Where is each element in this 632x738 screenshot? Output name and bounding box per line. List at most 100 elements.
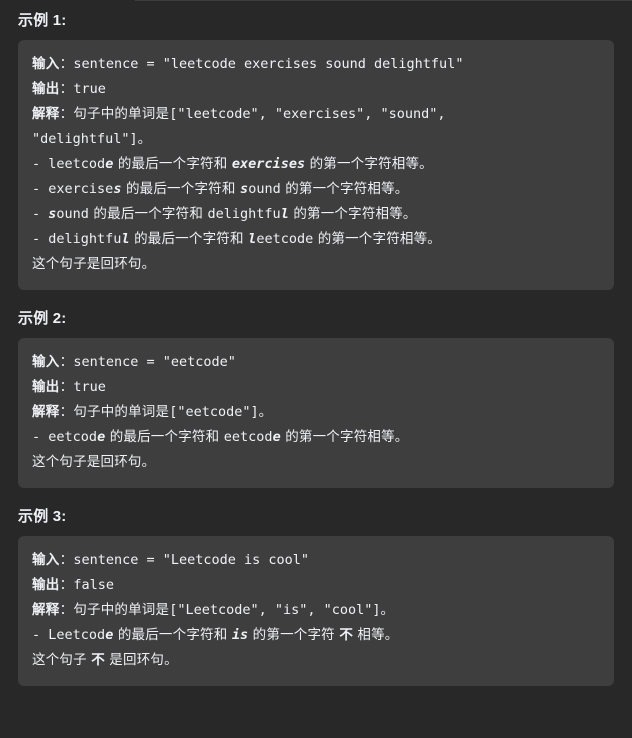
word-right-1-3: delightfu	[207, 206, 281, 222]
explanation-label-1: 解释	[32, 106, 60, 122]
output-colon-3: ：	[59, 577, 74, 593]
conclusion-line-3: 这个句子 不 是回环句。	[32, 648, 600, 673]
word-left-1-4: delightfu	[48, 231, 122, 247]
comparison-line-3-1: - Leetcode 的最后一个字符和 is 的第一个字符 不 相等。	[32, 623, 600, 648]
input-label-2: 输入	[32, 354, 60, 370]
output-value-2: true	[73, 379, 106, 395]
word-right-tail-1-4: eetcode	[256, 231, 314, 247]
output-colon-1: ：	[59, 81, 74, 97]
word-left-2-1: eetcod	[48, 429, 98, 445]
comparison-mid2-3-1: 的第一个字符	[248, 627, 340, 643]
explanation-prefix-1: 句子中的单词是	[73, 106, 170, 122]
conclusion-line-1: 这个句子是回环句。	[32, 252, 600, 277]
explanation-prefix-3: 句子中的单词是	[73, 602, 170, 618]
input-colon-1: ：	[59, 56, 74, 72]
input-colon-3: ：	[59, 552, 74, 568]
words-array-2: ["eetcode"]	[169, 404, 259, 420]
words-array-cont-1: "delightful"]	[32, 131, 138, 147]
example-code-panel-1: 输入：sentence = "leetcode exercises sound …	[18, 40, 614, 290]
output-label-2: 输出	[32, 379, 60, 395]
example-heading-2: 示例 2:	[18, 310, 67, 327]
input-label-1: 输入	[32, 56, 60, 72]
bullet-marker: -	[32, 156, 41, 172]
comparison-mid-1-3: 的最后一个字符和	[88, 206, 208, 222]
output-value-3: false	[73, 577, 114, 593]
comparison-mid-1-2: 的最后一个字符和	[121, 181, 241, 197]
conclusion-line-2: 这个句子是回环句。	[32, 450, 600, 475]
emphasis-char-2-1a: e	[97, 429, 106, 445]
word-right-tail-1-2: ound	[248, 181, 281, 197]
output-line-3: 输出：false	[32, 573, 600, 598]
emphasis-char-1-4a: l	[121, 231, 130, 247]
explanation-colon-2: ：	[59, 404, 74, 420]
explanation-line-3: 解释：句子中的单词是["Leetcode", "is", "cool"]。	[32, 598, 600, 623]
explanation-line-1: 解释：句子中的单词是["leetcode", "exercises", "sou…	[32, 102, 600, 152]
bullet-marker: -	[32, 429, 41, 445]
emphasis-word-3-1b: is	[231, 627, 249, 643]
comparison-mid-1-1: 的最后一个字符和	[113, 156, 232, 172]
input-expression-2: sentence = "eetcode"	[73, 354, 236, 370]
example-heading-1: 示例 1:	[18, 12, 67, 29]
bullet-marker: -	[32, 181, 41, 197]
explanation-label-2: 解释	[32, 404, 60, 420]
comparison-line-1-2: - exercises 的最后一个字符和 sound 的第一个字符相等。	[32, 177, 600, 202]
word-left-1-1: leetcod	[48, 156, 106, 172]
words-array-3: ["Leetcode", "is", "cool"]	[169, 602, 381, 618]
explanation-colon-1: ：	[59, 106, 74, 122]
explanation-colon-3: ：	[59, 602, 74, 618]
comparison-post-1-4: 的第一个字符相等。	[313, 231, 442, 247]
example-code-panel-2: 输入：sentence = "eetcode" 输出：true 解释：句子中的单词是…	[18, 338, 614, 488]
emphasis-char-1-3b: l	[280, 206, 289, 222]
conclusion-text-1: 这个句子是回环句。	[32, 256, 156, 272]
comparison-mid-2-1: 的最后一个字符和	[105, 429, 224, 445]
emphasis-word-1-1b: exercises	[231, 156, 306, 172]
comparison-post-1-3: 的第一个字符相等。	[288, 206, 417, 222]
negation-emphasis-conclusion-3: 不	[91, 652, 105, 668]
problem-examples-container: 示例 1: 输入：sentence = "leetcode exercises …	[0, 0, 632, 686]
output-line-2: 输出：true	[32, 375, 600, 400]
example-heading-3: 示例 3:	[18, 508, 67, 525]
emphasis-char-1-2b: s	[240, 181, 249, 197]
comparison-line-2-1: - eetcode 的最后一个字符和 eetcode 的第一个字符相等。	[32, 425, 600, 450]
explanation-prefix-2: 句子中的单词是	[73, 404, 170, 420]
input-line-1: 输入：sentence = "leetcode exercises sound …	[32, 52, 600, 77]
word-left-3-1: Leetcod	[48, 627, 106, 643]
example-block-2: 示例 2: 输入：sentence = "eetcode" 输出：true 解释：句…	[18, 298, 614, 488]
comparison-line-1-3: - sound 的最后一个字符和 delightful 的第一个字符相等。	[32, 202, 600, 227]
comparison-post-1-1: 的第一个字符相等。	[305, 156, 433, 172]
conclusion-text-3a: 这个句子	[32, 652, 92, 668]
emphasis-char-2-1b: e	[272, 429, 281, 445]
word-left-1-2: exercise	[48, 181, 114, 197]
example-code-panel-3: 输入：sentence = "Leetcode is cool" 输出：false…	[18, 536, 614, 686]
explanation-line-2: 解释：句子中的单词是["eetcode"]。	[32, 400, 600, 425]
comparison-post-1-2: 的第一个字符相等。	[280, 181, 409, 197]
comparison-post-3-1: 相等。	[352, 627, 399, 643]
input-label-3: 输入	[32, 552, 60, 568]
output-line-1: 输出：true	[32, 77, 600, 102]
bullet-marker: -	[32, 231, 41, 247]
bullet-marker: -	[32, 627, 41, 643]
comparison-mid-3-1: 的最后一个字符和	[113, 627, 232, 643]
comparison-post-2-1: 的第一个字符相等。	[280, 429, 409, 445]
conclusion-text-2: 这个句子是回环句。	[32, 454, 156, 470]
word-right-2-1: eetcod	[223, 429, 273, 445]
array-period-2: 。	[258, 404, 273, 420]
words-array-1: ["leetcode", "exercises", "sound",	[169, 106, 446, 122]
output-label-3: 输出	[32, 577, 60, 593]
conclusion-text-3b: 是回环句。	[104, 652, 178, 668]
array-period-3: 。	[380, 602, 395, 618]
explanation-label-3: 解释	[32, 602, 60, 618]
input-line-3: 输入：sentence = "Leetcode is cool"	[32, 548, 600, 573]
input-colon-2: ：	[59, 354, 74, 370]
input-expression-1: sentence = "leetcode exercises sound del…	[73, 56, 464, 72]
comparison-line-1-1: - leetcode 的最后一个字符和 exercises 的第一个字符相等。	[32, 152, 600, 177]
comparison-line-1-4: - delightful 的最后一个字符和 leetcode 的第一个字符相等。	[32, 227, 600, 252]
negation-emphasis-3-1: 不	[339, 627, 353, 643]
example-block-3: 示例 3: 输入：sentence = "Leetcode is cool" 输出…	[18, 496, 614, 686]
bullet-marker: -	[32, 206, 41, 222]
example-block-1: 示例 1: 输入：sentence = "leetcode exercises …	[18, 0, 614, 290]
comparison-mid-1-4: 的最后一个字符和	[129, 231, 249, 247]
input-expression-3: sentence = "Leetcode is cool"	[73, 552, 310, 568]
array-period-1: 。	[137, 131, 152, 147]
input-line-2: 输入：sentence = "eetcode"	[32, 350, 600, 375]
